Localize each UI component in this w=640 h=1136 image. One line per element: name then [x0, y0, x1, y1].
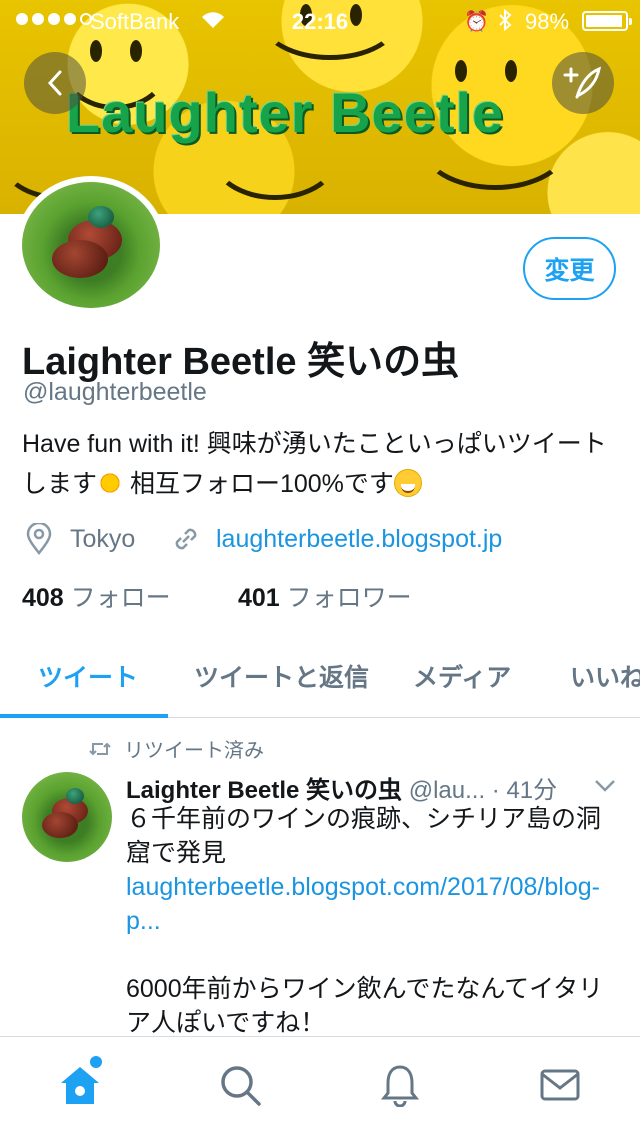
back-arrow-icon [47, 70, 62, 96]
banner-title: Laughter Beetle [66, 81, 505, 144]
compose-tweet-button[interactable] [552, 52, 614, 114]
alarm-icon: ⏰ [464, 11, 489, 33]
tweet-author-name: Laighter Beetle 笑いの虫 [126, 777, 403, 804]
mail-icon [540, 1069, 580, 1101]
bell-icon [380, 1065, 420, 1107]
profile-name: Laighter Beetle 笑いの虫 [22, 341, 460, 383]
profile-handle: @laughterbeetle [23, 378, 207, 406]
bio-text-part2: 相互フォロー100%です [123, 470, 394, 498]
tweet-text: ６千年前のワインの痕跡、シチリア島の洞窟で発見 [126, 805, 602, 867]
location-icon [24, 522, 54, 556]
back-button[interactable] [24, 52, 86, 114]
followers-label: フォロワー [286, 584, 412, 612]
profile-avatar[interactable] [16, 176, 166, 314]
grinning-emoji-icon [393, 469, 422, 497]
retweet-icon [89, 742, 111, 755]
tab-tweets-and-replies[interactable]: ツイートと返信 [194, 658, 369, 694]
following-label: フォロー [70, 584, 171, 612]
tab-likes[interactable]: いいね [570, 658, 640, 694]
tweet-link[interactable]: laughterbeetle.blogspot.com/2017/08/blog… [126, 870, 616, 938]
profile-bio: Have fun with it! 興味が湧いたこといっぱいツイートします 相互… [22, 424, 622, 504]
retweeted-label: リツイート済み [88, 734, 264, 763]
bottom-navigation [0, 1036, 640, 1136]
tweet-author-handle: @lau... [408, 777, 486, 804]
tab-tweets[interactable]: ツイート [38, 658, 138, 694]
tweet-avatar[interactable] [22, 772, 112, 862]
status-bar: SoftBank 22:16 ⏰ 98% [0, 0, 640, 40]
active-tab-indicator [0, 714, 168, 718]
avatar-image [22, 182, 160, 308]
profile-tabs: ツイート ツイートと返信 メディア いいね [0, 640, 640, 718]
battery-icon [582, 11, 632, 31]
nav-notifications-button[interactable] [378, 1063, 422, 1107]
sun-emoji-icon [97, 470, 124, 496]
banner-smiley-eye [455, 60, 467, 82]
nav-home-button[interactable] [58, 1063, 102, 1107]
tweet-time: · 41分 [485, 777, 558, 804]
edit-profile-button[interactable]: 変更 [523, 237, 616, 300]
nav-search-button[interactable] [218, 1063, 262, 1107]
home-icon [61, 1067, 99, 1104]
compose-icon [563, 66, 602, 99]
battery-percentage: 98% [525, 9, 570, 34]
following-count: 408 [22, 584, 64, 612]
profile-website-link[interactable]: laughterbeetle.blogspot.jp [216, 522, 502, 556]
home-notification-dot [90, 1056, 102, 1068]
tweet-menu-button[interactable] [594, 772, 616, 800]
banner-smiley-eye [505, 60, 517, 82]
search-icon [221, 1066, 261, 1106]
chevron-down-icon [595, 780, 615, 792]
retweeted-text: リツイート済み [124, 740, 264, 762]
following-count-link[interactable]: 408 フォロー [22, 578, 171, 614]
link-icon [170, 522, 202, 556]
profile-location: Tokyo [70, 524, 136, 553]
followers-count: 401 [238, 584, 280, 612]
nav-messages-button[interactable] [538, 1063, 582, 1107]
bluetooth-icon [498, 8, 512, 37]
tweet-text-2: 6000年前からワイン飲んでたなんてイタリア人ぽいですね！ [126, 975, 604, 1037]
tweet-body: ６千年前のワインの痕跡、シチリア島の洞窟で発見 laughterbeetle.b… [126, 802, 616, 1040]
tab-media[interactable]: メディア [413, 658, 511, 694]
followers-count-link[interactable]: 401 フォロワー [238, 578, 412, 614]
tweet-header: Laighter Beetle 笑いの虫 @lau... · 41分 [126, 770, 626, 805]
